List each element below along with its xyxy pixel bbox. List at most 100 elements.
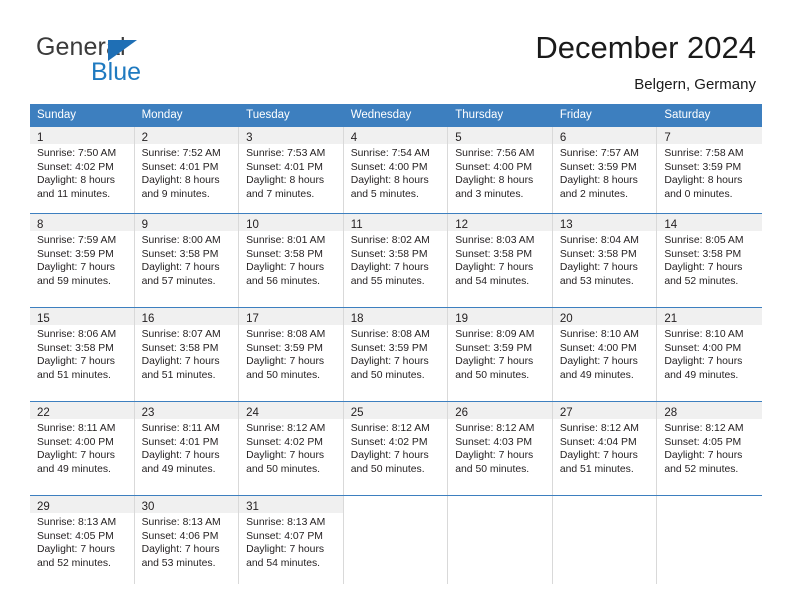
day-cell[interactable]: 18 Sunrise: 8:08 AM Sunset: 3:59 PM Dayl… [343, 308, 449, 401]
day-cell[interactable]: 12 Sunrise: 8:03 AM Sunset: 3:58 PM Dayl… [448, 214, 553, 307]
day-number-band: 14 [657, 214, 762, 231]
day-number-band: 8 [30, 214, 134, 231]
day-number: 30 [141, 501, 155, 513]
day-cell[interactable]: 4 Sunrise: 7:54 AM Sunset: 4:00 PM Dayli… [343, 127, 449, 213]
day-details: Sunrise: 8:01 AM Sunset: 3:58 PM Dayligh… [239, 231, 343, 288]
day-cell[interactable]: 23 Sunrise: 8:11 AM Sunset: 4:01 PM Dayl… [134, 402, 240, 495]
day-number-band [657, 496, 762, 513]
sunset-text: Sunset: 3:59 PM [455, 342, 533, 354]
day-cell[interactable]: 1 Sunrise: 7:50 AM Sunset: 4:02 PM Dayli… [30, 127, 135, 213]
day-number: 10 [246, 219, 259, 231]
day-cell-empty [448, 496, 553, 584]
daylight-text-line1: Daylight: 7 hours [350, 262, 429, 274]
daylight-text-line2: and 9 minutes. [141, 188, 210, 200]
day-details: Sunrise: 8:08 AM Sunset: 3:59 PM Dayligh… [239, 325, 343, 382]
page-subtitle-location: Belgern, Germany [634, 76, 756, 93]
day-details: Sunrise: 8:07 AM Sunset: 3:58 PM Dayligh… [135, 325, 239, 382]
day-cell[interactable]: 29 Sunrise: 8:13 AM Sunset: 4:05 PM Dayl… [30, 496, 135, 584]
day-number: 22 [37, 407, 50, 419]
day-number-band: 5 [448, 127, 552, 144]
calendar-week-row: 29 Sunrise: 8:13 AM Sunset: 4:05 PM Dayl… [30, 495, 762, 584]
day-details: Sunrise: 8:12 AM Sunset: 4:03 PM Dayligh… [448, 419, 552, 476]
sunrise-text: Sunrise: 8:13 AM [141, 517, 221, 528]
daylight-text-line1: Daylight: 7 hours [37, 356, 115, 368]
daylight-text-line1: Daylight: 7 hours [37, 450, 115, 462]
page-header: General Blue December 2024 Belgern, Germ… [0, 0, 792, 104]
daylight-text-line2: and 50 minutes. [455, 369, 530, 381]
sunrise-text: Sunrise: 8:12 AM [350, 423, 430, 434]
daylight-text-line1: Daylight: 7 hours [664, 262, 743, 274]
day-cell[interactable]: 9 Sunrise: 8:00 AM Sunset: 3:58 PM Dayli… [134, 214, 240, 307]
sunrise-text: Sunrise: 8:13 AM [37, 517, 117, 528]
daylight-text-line2: and 0 minutes. [664, 188, 733, 200]
day-cell[interactable]: 22 Sunrise: 8:11 AM Sunset: 4:00 PM Dayl… [30, 402, 135, 495]
daylight-text-line1: Daylight: 7 hours [246, 450, 325, 462]
day-number: 7 [664, 132, 671, 144]
day-cell[interactable]: 21 Sunrise: 8:10 AM Sunset: 4:00 PM Dayl… [657, 308, 762, 401]
daylight-text-line1: Daylight: 7 hours [350, 356, 429, 368]
day-cell[interactable]: 19 Sunrise: 8:09 AM Sunset: 3:59 PM Dayl… [448, 308, 553, 401]
day-cell[interactable]: 10 Sunrise: 8:01 AM Sunset: 3:58 PM Dayl… [239, 214, 344, 307]
day-number-band: 10 [239, 214, 343, 231]
day-number: 14 [664, 219, 678, 231]
daylight-text-line2: and 56 minutes. [246, 275, 321, 287]
day-details: Sunrise: 8:05 AM Sunset: 3:58 PM Dayligh… [657, 231, 762, 288]
day-cell[interactable]: 25 Sunrise: 8:12 AM Sunset: 4:02 PM Dayl… [343, 402, 449, 495]
daylight-text-line1: Daylight: 7 hours [559, 262, 638, 274]
day-cell[interactable]: 24 Sunrise: 8:12 AM Sunset: 4:02 PM Dayl… [239, 402, 344, 495]
general-blue-logo[interactable]: General Blue [36, 33, 226, 89]
day-cell[interactable]: 27 Sunrise: 8:12 AM Sunset: 4:04 PM Dayl… [552, 402, 658, 495]
day-number: 29 [37, 501, 50, 513]
day-details: Sunrise: 8:02 AM Sunset: 3:58 PM Dayligh… [344, 231, 448, 288]
daylight-text-line1: Daylight: 8 hours [246, 175, 325, 187]
daylight-text-line2: and 11 minutes. [37, 188, 111, 200]
daylight-text-line2: and 3 minutes. [455, 188, 524, 200]
day-cell[interactable]: 26 Sunrise: 8:12 AM Sunset: 4:03 PM Dayl… [448, 402, 553, 495]
daylight-text-line2: and 54 minutes. [455, 275, 530, 287]
daylight-text-line2: and 55 minutes. [350, 275, 425, 287]
sunset-text: Sunset: 4:07 PM [246, 530, 323, 542]
day-cell[interactable]: 16 Sunrise: 8:07 AM Sunset: 3:58 PM Dayl… [134, 308, 240, 401]
day-number: 27 [559, 407, 573, 419]
day-cell[interactable]: 2 Sunrise: 7:52 AM Sunset: 4:01 PM Dayli… [134, 127, 240, 213]
sunrise-text: Sunrise: 8:02 AM [350, 235, 430, 246]
day-cell[interactable]: 8 Sunrise: 7:59 AM Sunset: 3:59 PM Dayli… [30, 214, 135, 307]
page-title: December 2024 [535, 30, 756, 65]
daylight-text-line2: and 2 minutes. [559, 188, 628, 200]
day-cell[interactable]: 20 Sunrise: 8:10 AM Sunset: 4:00 PM Dayl… [552, 308, 658, 401]
sunrise-text: Sunrise: 8:08 AM [246, 329, 326, 340]
day-cell[interactable]: 17 Sunrise: 8:08 AM Sunset: 3:59 PM Dayl… [239, 308, 344, 401]
calendar-page: General Blue December 2024 Belgern, Germ… [0, 0, 792, 612]
sunrise-text: Sunrise: 8:07 AM [141, 329, 221, 340]
day-cell-empty [552, 496, 658, 584]
daylight-text-line2: and 53 minutes. [141, 557, 216, 569]
day-number: 3 [246, 132, 253, 144]
sunset-text: Sunset: 3:58 PM [664, 248, 742, 260]
day-cell[interactable]: 28 Sunrise: 8:12 AM Sunset: 4:05 PM Dayl… [657, 402, 762, 495]
day-cell[interactable]: 7 Sunrise: 7:58 AM Sunset: 3:59 PM Dayli… [657, 127, 762, 213]
daylight-text-line1: Daylight: 7 hours [37, 544, 115, 556]
calendar-week-row: 22 Sunrise: 8:11 AM Sunset: 4:00 PM Dayl… [30, 401, 762, 495]
daylight-text-line2: and 50 minutes. [350, 463, 425, 475]
day-details: Sunrise: 7:56 AM Sunset: 4:00 PM Dayligh… [448, 144, 552, 201]
day-details: Sunrise: 8:06 AM Sunset: 3:58 PM Dayligh… [30, 325, 134, 382]
daylight-text-line1: Daylight: 7 hours [141, 356, 220, 368]
day-cell[interactable]: 15 Sunrise: 8:06 AM Sunset: 3:58 PM Dayl… [30, 308, 135, 401]
day-details: Sunrise: 8:11 AM Sunset: 4:01 PM Dayligh… [135, 419, 239, 476]
day-cell[interactable]: 30 Sunrise: 8:13 AM Sunset: 4:06 PM Dayl… [134, 496, 240, 584]
day-cell[interactable]: 13 Sunrise: 8:04 AM Sunset: 3:58 PM Dayl… [552, 214, 658, 307]
day-cell[interactable]: 11 Sunrise: 8:02 AM Sunset: 3:58 PM Dayl… [343, 214, 449, 307]
day-number: 23 [141, 407, 155, 419]
day-number: 9 [141, 219, 148, 231]
day-cell[interactable]: 14 Sunrise: 8:05 AM Sunset: 3:58 PM Dayl… [657, 214, 762, 307]
day-cell[interactable]: 5 Sunrise: 7:56 AM Sunset: 4:00 PM Dayli… [448, 127, 553, 213]
day-number: 11 [350, 219, 363, 231]
day-cell[interactable]: 31 Sunrise: 8:13 AM Sunset: 4:07 PM Dayl… [239, 496, 344, 584]
daylight-text-line1: Daylight: 7 hours [664, 450, 743, 462]
day-cell[interactable]: 3 Sunrise: 7:53 AM Sunset: 4:01 PM Dayli… [239, 127, 344, 213]
day-cell[interactable]: 6 Sunrise: 7:57 AM Sunset: 3:59 PM Dayli… [552, 127, 658, 213]
sunrise-text: Sunrise: 7:52 AM [141, 148, 221, 159]
day-details: Sunrise: 8:11 AM Sunset: 4:00 PM Dayligh… [30, 419, 134, 476]
sunset-text: Sunset: 4:00 PM [37, 436, 114, 448]
day-number-band: 30 [134, 496, 239, 513]
